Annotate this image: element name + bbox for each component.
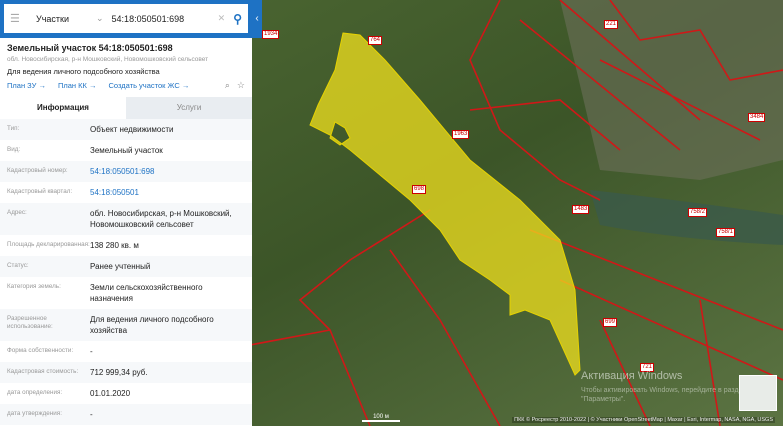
row-label: Кадастровый номер: — [7, 167, 68, 174]
info-panel: ☰ Участки ⌄ 54:18:050501:698 ✕ ⚲ Земельн… — [0, 0, 252, 426]
search-bar: ☰ Участки ⌄ 54:18:050501:698 ✕ ⚲ — [0, 0, 252, 38]
row-value: Для ведения личного подсобного хозяйства — [90, 315, 214, 335]
search-icon[interactable]: ⚲ — [233, 12, 242, 26]
table-row: дата определения: 01.01.2020 — [0, 383, 252, 404]
table-row: дата утверждения: - — [0, 404, 252, 425]
tab-info[interactable]: Информация — [0, 97, 126, 119]
parcel-purpose: Для ведения личного подсобного хозяйства — [7, 67, 160, 76]
windows-watermark-title: Активация Windows — [581, 370, 683, 382]
row-value: Земли сельскохозяйственного назначения — [90, 283, 203, 303]
chevron-down-icon[interactable]: ⌄ — [96, 13, 104, 24]
row-label: Статус: — [7, 262, 29, 269]
parcel-label[interactable]: 221 — [604, 20, 619, 29]
parcel-label[interactable]: 699 — [603, 318, 618, 327]
row-value: 01.01.2020 — [90, 389, 131, 398]
parcel-label[interactable]: 758/1 — [716, 228, 736, 237]
row-label: Кадастровый квартал: — [7, 188, 73, 195]
parcel-label[interactable]: 698 — [412, 185, 427, 194]
row-value: 712 999,34 руб. — [90, 368, 148, 377]
table-row: Статус: Ранее учтенный — [0, 256, 252, 277]
search-map-icon[interactable]: ⌕ — [225, 80, 230, 91]
row-value: Объект недвижимости — [90, 125, 174, 134]
row-value[interactable]: 54:18:050501:698 — [90, 161, 245, 182]
table-row: Площадь декларированная: 138 280 кв. м — [0, 235, 252, 256]
clear-icon[interactable]: ✕ — [218, 13, 226, 24]
row-label: дата определения: — [7, 389, 63, 396]
page-title: Земельный участок 54:18:050501:698 — [7, 43, 173, 53]
parcel-label[interactable]: 3484 — [748, 113, 766, 122]
search-input[interactable]: 54:18:050501:698 — [112, 14, 218, 24]
parcel-label[interactable]: 764 — [368, 36, 383, 45]
row-value: 138 280 кв. м — [90, 241, 139, 250]
row-label: Тип: — [7, 125, 20, 132]
menu-icon[interactable]: ☰ — [10, 12, 22, 25]
plan-kk-link[interactable]: План КК → — [58, 81, 97, 90]
row-value: - — [90, 410, 93, 419]
row-label: дата утверждения: — [7, 410, 62, 417]
parcel-address: обл. Новосибирская, р-н Мошковский, Ново… — [7, 56, 209, 63]
table-row: Кадастровый квартал: 54:18:050501 — [0, 182, 252, 203]
table-row: Категория земель: Земли сельскохозяйствен… — [0, 277, 252, 309]
table-row: Кадастровая стоимость: 712 999,34 руб. — [0, 362, 252, 383]
create-zhs-link[interactable]: Создать участок ЖС → — [108, 81, 189, 90]
basemap-switcher[interactable] — [739, 375, 777, 411]
star-icon[interactable]: ☆ — [237, 80, 245, 91]
row-value: обл. Новосибирская, р-н Мошковский, Ново… — [90, 209, 232, 229]
row-label: Кадастровая стоимость: — [7, 368, 79, 375]
row-label: Адрес: — [7, 209, 27, 216]
row-label: Форма собственности: — [7, 347, 74, 354]
table-row: Вид: Земельный участок — [0, 140, 252, 161]
parcel-label[interactable]: 1963 — [452, 130, 470, 139]
info-table: Тип: Объект недвижимости Вид: Земельный уча… — [0, 119, 252, 426]
row-label: Вид: — [7, 146, 21, 153]
parcel-label[interactable]: 1483 — [572, 205, 590, 214]
row-value[interactable]: 54:18:050501 — [90, 182, 245, 203]
table-row: Адрес: обл. Новосибирская, р-н Мошковский… — [0, 203, 252, 235]
table-row: Разрешенное использование: Для ведения ли… — [0, 309, 252, 341]
collapse-panel-button[interactable]: ‹ — [252, 0, 262, 38]
row-value: - — [90, 347, 93, 356]
parcel-label[interactable]: 1934 — [262, 30, 280, 39]
table-row: Форма собственности: - — [0, 341, 252, 362]
tab-services[interactable]: Услуги — [126, 97, 252, 119]
map-attribution: ПКК © Росреестр 2010-2022 | © Участники … — [512, 417, 775, 423]
row-value: Земельный участок — [90, 146, 163, 155]
table-row: Кадастровый номер: 54:18:050501:698 — [0, 161, 252, 182]
plan-zu-link[interactable]: План ЗУ → — [7, 81, 46, 90]
category-select[interactable]: Участки — [36, 14, 96, 24]
row-label: Площадь декларированная: — [7, 241, 90, 248]
row-label: Разрешенное использование: — [7, 315, 53, 330]
parcel-label[interactable]: 758/2 — [688, 208, 708, 217]
row-label: Категория земель: — [7, 283, 61, 290]
table-row: Тип: Объект недвижимости — [0, 119, 252, 140]
map-scale: 100 м — [362, 414, 400, 422]
row-value: Ранее учтенный — [90, 262, 151, 271]
